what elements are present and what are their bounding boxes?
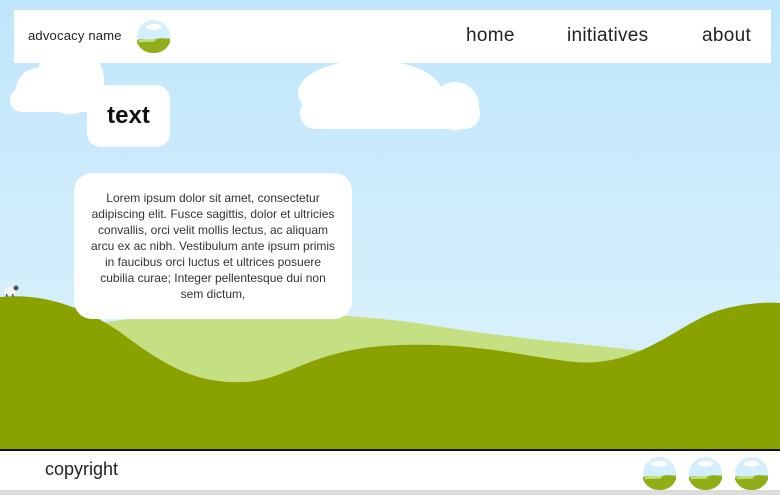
hero-title: text (107, 102, 150, 129)
sheep-illustration (4, 285, 19, 297)
globe-landscape-icon[interactable] (688, 456, 723, 490)
cloud-right (298, 60, 480, 130)
globe-landscape-icon[interactable] (136, 19, 171, 54)
hero-body-card: Lorem ipsum dolor sit amet, consectetur … (74, 173, 352, 319)
hero-body-text: Lorem ipsum dolor sit amet, consectetur … (90, 191, 336, 301)
brand-name[interactable]: advocacy name (28, 28, 122, 43)
top-navigation: advocacy name home initiatives about (14, 10, 771, 63)
hero-scene: advocacy name home initiatives about tex… (0, 0, 780, 490)
globe-landscape-icon[interactable] (734, 456, 769, 490)
nav-home-link[interactable]: home (466, 25, 515, 47)
footer: copyright (0, 449, 780, 490)
globe-landscape-icon[interactable] (642, 456, 677, 490)
bottom-edge (0, 490, 780, 495)
copyright-text: copyright (45, 459, 119, 479)
nav-initiatives-link[interactable]: initiatives (567, 25, 648, 47)
hero-title-card: text (87, 85, 170, 147)
nav-about-link[interactable]: about (702, 25, 751, 47)
